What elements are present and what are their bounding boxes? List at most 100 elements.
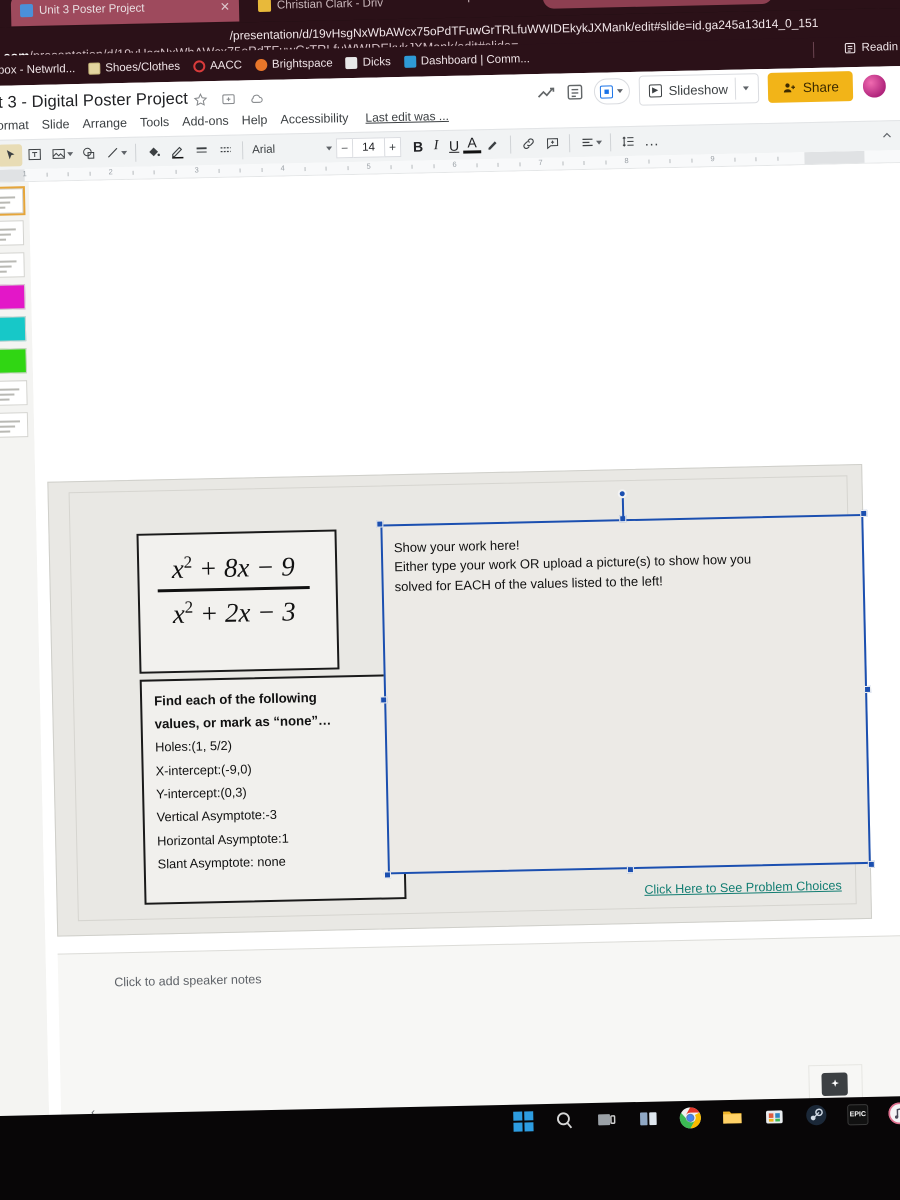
slide-canvas[interactable]: x2 + 8x − 9 x2 + 2x − 3 Find each of the… [47, 463, 875, 937]
line-spacing-button[interactable] [616, 130, 640, 153]
bookmark-item[interactable]: Dashboard | Comm... [403, 53, 530, 68]
font-size-increase-button[interactable]: + [383, 136, 402, 157]
values-list-box[interactable]: Find each of the following values, or ma… [139, 674, 407, 905]
divider [568, 133, 571, 152]
epic-games-icon[interactable]: EPIC [847, 1103, 869, 1125]
slideshow-button[interactable]: ▶ Slideshow [638, 73, 760, 106]
slide-thumbnail[interactable] [0, 186, 26, 217]
widgets-icon[interactable] [637, 1108, 659, 1130]
menu-item-format[interactable]: Format [0, 118, 29, 133]
itunes-icon[interactable] [888, 1102, 900, 1125]
close-icon[interactable]: ✕ [220, 0, 230, 13]
bookmark-item[interactable]: Brightspace [254, 57, 333, 72]
chevron-down-icon[interactable] [67, 151, 74, 156]
slide-canvas-area: x2 + 8x − 9 x2 + 2x − 3 Find each of the… [28, 162, 900, 1132]
insert-link-button[interactable] [516, 132, 540, 155]
share-button[interactable]: Share [767, 71, 854, 103]
slide-thumbnail[interactable] [0, 252, 25, 279]
page-title[interactable]: Unit 3 - Digital Poster Project [0, 90, 188, 114]
chevron-down-icon[interactable] [121, 150, 128, 155]
font-size-value[interactable]: 14 [352, 136, 385, 158]
star-icon[interactable] [193, 92, 208, 107]
problem-choices-link[interactable]: Click Here to See Problem Choices [644, 879, 842, 897]
border-weight-button[interactable] [189, 140, 213, 163]
ruler-tick [647, 159, 650, 164]
new-tab-button[interactable]: + [465, 0, 473, 7]
more-options-button[interactable]: … [640, 130, 664, 153]
highlight-color-button[interactable] [481, 133, 505, 156]
tab-group-pill[interactable] [542, 0, 774, 9]
task-view-icon[interactable] [595, 1108, 617, 1130]
chevron-down-icon[interactable] [596, 140, 603, 145]
resize-handle-ne[interactable] [860, 509, 868, 518]
chevron-down-icon[interactable] [326, 145, 333, 151]
border-dash-button[interactable] [213, 139, 237, 162]
shape-button[interactable] [76, 142, 100, 165]
font-size-stepper[interactable]: − 14 + [335, 136, 402, 158]
cloud-saved-icon[interactable] [249, 91, 264, 106]
ruler-tick [690, 158, 693, 163]
steam-icon[interactable] [805, 1104, 827, 1126]
resize-handle-sw[interactable] [383, 871, 392, 879]
bold-button[interactable]: B [409, 138, 427, 154]
ruler-tick [561, 161, 564, 166]
slideshow-label: Slideshow [668, 81, 729, 98]
ruler-number: 1 [22, 169, 27, 179]
resize-handle-w[interactable] [380, 696, 388, 704]
collapse-toolbar-button[interactable] [880, 128, 894, 147]
rotation-handle[interactable] [617, 489, 627, 499]
fill-color-button[interactable] [141, 141, 165, 164]
slide-thumbnail[interactable] [0, 412, 29, 439]
slide-thumbnail[interactable] [0, 220, 25, 247]
menu-item-tools[interactable]: Tools [140, 115, 169, 130]
slide-thumbnail[interactable] [0, 316, 27, 343]
menu-item-slide[interactable]: Slide [42, 117, 70, 132]
text-color-button[interactable]: A [462, 135, 482, 154]
last-edit-label[interactable]: Last edit was ... [365, 109, 449, 125]
menu-item-arrange[interactable]: Arrange [82, 116, 127, 131]
explore-button[interactable] [821, 1072, 848, 1097]
speaker-notes-icon[interactable] [564, 82, 584, 102]
chrome-icon[interactable] [679, 1107, 701, 1129]
microsoft-store-icon[interactable] [763, 1105, 785, 1127]
bookmark-item[interactable]: AACC [192, 59, 242, 73]
chevron-down-icon[interactable] [742, 86, 749, 91]
explore-icon [830, 1079, 839, 1087]
ruler-tick [583, 160, 585, 165]
present-mode-chip[interactable]: ■ [593, 77, 630, 105]
select-tool-button[interactable] [0, 143, 23, 167]
resize-handle-nw[interactable] [376, 520, 384, 528]
show-your-work-textbox[interactable]: Show your work here! Either type your wo… [376, 489, 875, 879]
start-icon[interactable] [513, 1111, 534, 1132]
underline-button[interactable]: U [445, 137, 463, 153]
move-to-folder-icon[interactable] [221, 92, 236, 107]
bookmark-item[interactable]: ropbox - Netwrld... [0, 63, 75, 77]
activity-dashboard-icon[interactable] [535, 83, 555, 103]
file-explorer-icon[interactable] [721, 1106, 743, 1128]
italic-button[interactable]: I [427, 138, 445, 154]
resize-handle-e[interactable] [863, 685, 872, 693]
google-slides-app: Unit 3 - Digital Poster Project ert Form… [0, 66, 900, 1132]
resize-handle-s[interactable] [626, 866, 635, 874]
ruler-tick [239, 168, 241, 173]
menu-item-addons[interactable]: Add-ons [182, 114, 229, 129]
bookmark-item[interactable]: Shoes/Clothes [88, 61, 180, 75]
bookmark-item[interactable]: Dicks [345, 56, 391, 70]
slide-thumbnail[interactable] [0, 380, 28, 407]
menu-item-help[interactable]: Help [242, 113, 268, 128]
rational-expression-box[interactable]: x2 + 8x − 9 x2 + 2x − 3 [136, 529, 340, 674]
font-family-select[interactable]: Arial [248, 138, 336, 160]
slide-thumbnail[interactable] [0, 348, 27, 375]
reading-list-button[interactable]: Readin [842, 40, 898, 55]
search-icon[interactable] [553, 1109, 575, 1131]
font-size-decrease-button[interactable]: − [335, 137, 354, 158]
insert-comment-button[interactable] [540, 132, 564, 155]
border-color-button[interactable] [165, 140, 189, 163]
thumbnail-line [0, 238, 7, 241]
resize-handle-se[interactable] [867, 860, 875, 868]
slide-thumbnail[interactable] [0, 284, 26, 311]
text-box-button[interactable] [22, 143, 46, 166]
menu-item-accessibility[interactable]: Accessibility [280, 111, 348, 126]
chevron-down-icon[interactable] [617, 89, 624, 94]
avatar[interactable] [861, 72, 888, 99]
